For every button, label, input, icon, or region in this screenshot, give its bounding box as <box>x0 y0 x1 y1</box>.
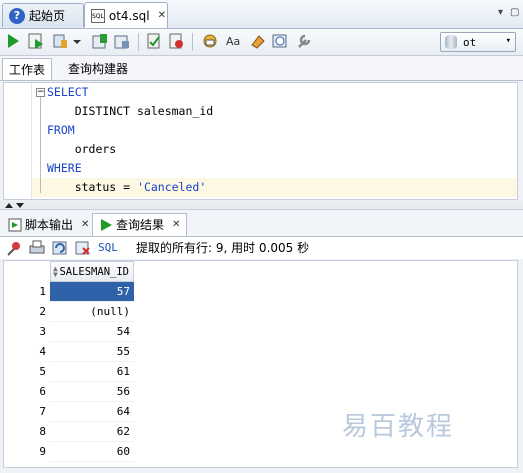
document-tab-bar: ? 起始页 SQL ot4.sql ✕ ▾ ▢ <box>0 0 523 29</box>
table-cell[interactable]: 57 <box>50 282 134 302</box>
sql-text: DISTINCT salesman_id <box>47 104 214 118</box>
worksheet-subtabs: 工作表 查询构建器 <box>0 56 523 81</box>
cancel-query-icon[interactable] <box>75 240 91 256</box>
format-case-icon[interactable]: Aa <box>226 33 242 49</box>
refresh-icon[interactable] <box>52 240 68 256</box>
connection-select[interactable]: ot ▾ <box>440 32 516 52</box>
sql-text: status = <box>47 180 138 194</box>
editor-gutter <box>4 83 32 199</box>
tab-start-page[interactable]: ? 起始页 <box>2 3 84 27</box>
code-line: orders <box>47 140 117 159</box>
code-line: status = 'Canceled' <box>47 178 207 197</box>
watermark: 易百教程 <box>342 412 455 442</box>
row-number[interactable]: 7 <box>4 402 46 422</box>
column-header-label: SALESMAN_ID <box>59 266 129 278</box>
query-result-icon <box>101 219 112 231</box>
pane-splitter[interactable] <box>0 201 523 210</box>
grid-corner <box>4 261 50 282</box>
tab-ot4-sql[interactable]: SQL ot4.sql ✕ <box>84 2 168 28</box>
toolbar-separator <box>138 33 139 51</box>
splitter-arrows-icon[interactable] <box>4 201 34 209</box>
help-icon: ? <box>9 7 25 24</box>
code-line: WHERE <box>47 159 82 178</box>
dropdown-arrow-icon[interactable] <box>72 33 82 49</box>
tab-label: 脚本输出 <box>25 217 74 232</box>
tab-label: ot4.sql <box>108 8 150 23</box>
tab-list-icon[interactable]: ▾ <box>498 7 503 18</box>
row-number[interactable]: 9 <box>4 442 46 462</box>
history-icon[interactable] <box>272 33 288 49</box>
result-grid[interactable]: ▲ ▼ SALESMAN_ID 1 57 2 (null) 3 54 4 55 5… <box>3 260 518 468</box>
run-script-icon[interactable] <box>28 33 44 49</box>
row-number[interactable]: 3 <box>4 322 46 342</box>
connection-value: ot <box>463 35 477 49</box>
fetch-status: 提取的所有行: 9, 用时 0.005 秒 <box>136 241 310 255</box>
commit-icon[interactable] <box>92 33 108 49</box>
chevron-down-icon: ▾ <box>505 36 511 46</box>
sort-icon[interactable]: ▲ ▼ <box>53 265 58 279</box>
row-number[interactable]: 2 <box>4 302 46 322</box>
row-number[interactable]: 1 <box>4 282 46 302</box>
output-tab-bar: 脚本输出 ✕ 查询结果 ✕ <box>0 210 523 237</box>
table-cell[interactable]: 60 <box>50 442 134 462</box>
tab-query-builder[interactable]: 查询构建器 <box>62 58 134 80</box>
column-header-salesman-id[interactable]: ▲ ▼ SALESMAN_ID <box>50 261 134 282</box>
editor-toolbar: Aa ot ▾ <box>0 29 523 56</box>
clear-icon[interactable] <box>168 33 184 49</box>
table-cell[interactable]: 54 <box>50 322 134 342</box>
code-line: FROM <box>47 121 75 140</box>
row-number[interactable]: 6 <box>4 382 46 402</box>
tab-worksheet[interactable]: 工作表 <box>2 58 53 80</box>
script-output-icon <box>8 218 22 231</box>
sql-string: 'Canceled' <box>137 180 207 194</box>
sql-keyword: SELECT <box>47 85 89 99</box>
sql-tuning-icon[interactable] <box>146 33 162 49</box>
tab-label: 起始页 <box>29 9 66 23</box>
sql-link[interactable]: SQL <box>98 237 118 259</box>
rollback-icon[interactable] <box>114 33 130 49</box>
tab-script-output[interactable]: 脚本输出 ✕ <box>2 213 95 236</box>
tab-label: 查询结果 <box>116 218 165 232</box>
close-icon[interactable]: ✕ <box>172 214 180 236</box>
table-cell[interactable]: 56 <box>50 382 134 402</box>
autotrace-icon[interactable] <box>52 33 68 49</box>
wrench-icon[interactable] <box>296 33 312 49</box>
result-toolbar: SQL 提取的所有行: 9, 用时 0.005 秒 <box>0 237 523 259</box>
table-cell[interactable]: 61 <box>50 362 134 382</box>
tab-query-result[interactable]: 查询结果 ✕ <box>92 213 188 236</box>
code-line: DISTINCT salesman_id <box>47 102 213 121</box>
sql-keyword: WHERE <box>47 161 82 175</box>
svg-text:Aa: Aa <box>226 35 240 48</box>
sql-keyword: FROM <box>47 123 75 137</box>
run-statement-icon[interactable] <box>5 33 21 49</box>
sql-file-icon: SQL <box>91 8 105 23</box>
pin-icon[interactable] <box>6 240 22 256</box>
sql-text: orders <box>47 142 117 156</box>
fold-guide <box>40 97 41 193</box>
table-cell[interactable]: 62 <box>50 422 134 442</box>
row-number[interactable]: 4 <box>4 342 46 362</box>
print-icon[interactable] <box>29 240 45 256</box>
eraser-icon[interactable] <box>250 33 266 49</box>
row-number[interactable]: 5 <box>4 362 46 382</box>
fold-collapse-icon[interactable]: − <box>36 88 45 97</box>
table-cell[interactable]: (null) <box>50 302 134 322</box>
row-number[interactable]: 8 <box>4 422 46 442</box>
database-icon <box>445 35 457 49</box>
sql-editor[interactable]: − SELECT DISTINCT salesman_id FROM order… <box>3 82 518 200</box>
maximize-icon[interactable]: ▢ <box>510 7 519 18</box>
close-icon[interactable]: ✕ <box>158 10 166 21</box>
code-line: SELECT <box>47 83 89 102</box>
table-cell[interactable]: 64 <box>50 402 134 422</box>
toolbar-separator <box>192 33 193 51</box>
table-cell[interactable]: 55 <box>50 342 134 362</box>
close-icon[interactable]: ✕ <box>81 214 89 236</box>
sql-worksheet-icon[interactable] <box>202 33 218 49</box>
